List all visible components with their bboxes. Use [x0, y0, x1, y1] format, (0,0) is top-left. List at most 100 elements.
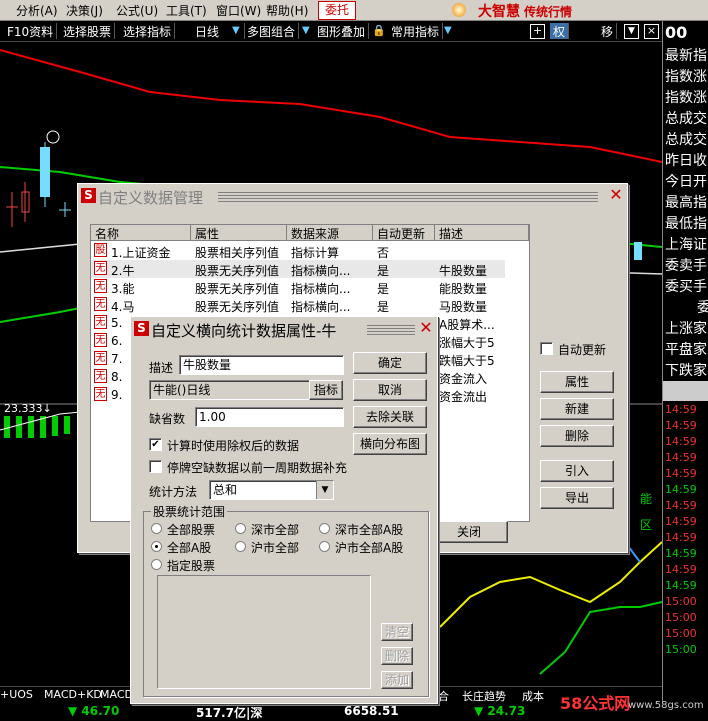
radio-sh-a[interactable]: [319, 541, 330, 552]
default-value-input[interactable]: 1.00: [195, 407, 344, 427]
col-header-desc[interactable]: 描述: [435, 225, 529, 241]
tab-combo[interactable]: 合: [438, 688, 449, 704]
menu-analysis[interactable]: 分析(A): [16, 2, 58, 19]
cell-name: 3.能: [111, 282, 135, 296]
row-type-badge: 无: [94, 387, 107, 401]
stat-method-value: 总和: [213, 483, 238, 497]
rights-button[interactable]: 权: [550, 23, 570, 39]
radio-all-a[interactable]: [151, 541, 162, 552]
distribution-chart-button[interactable]: 横向分布图: [353, 433, 427, 455]
status-value-1: ▼ 46.70: [68, 704, 120, 718]
clear-button[interactable]: 清空: [381, 623, 413, 641]
radio-sh-all[interactable]: [235, 541, 246, 552]
tick-time: 14:59: [665, 515, 697, 528]
table-row[interactable]: 无 3.能 股票无关序列值 指标横向... 是 能股数量: [91, 278, 505, 296]
watermark-url: www.58gs.com: [628, 700, 704, 711]
import-button[interactable]: 引入: [540, 460, 614, 482]
col-header-source[interactable]: 数据来源: [287, 225, 373, 241]
new-button[interactable]: 新建: [540, 398, 614, 420]
radio-sz-a[interactable]: [319, 523, 330, 534]
brand-name: 大智慧: [478, 4, 520, 20]
status-value-3: 6658.51: [344, 704, 399, 718]
radio-label: 深市全部A股: [335, 523, 404, 537]
multi-chart-button[interactable]: 多图组合: [244, 23, 300, 39]
tick-time: 14:59: [665, 547, 697, 560]
delete-button[interactable]: 删除: [540, 425, 614, 447]
desc-input[interactable]: 牛股数量: [179, 355, 344, 375]
horizontal-stat-property-dialog: S 自定义横向统计数据属性-牛 ✕ 描述 牛股数量 牛能()日线 指标 缺省数 …: [130, 316, 438, 704]
radio-specified[interactable]: [151, 559, 162, 570]
dropdown-icon[interactable]: ▼: [624, 24, 639, 39]
radio-label: 深市全部: [251, 523, 300, 537]
menu-tools[interactable]: 工具(T): [166, 2, 207, 19]
f10-button[interactable]: F10资料: [4, 23, 58, 39]
select-stock-button[interactable]: 选择股票: [60, 23, 116, 39]
menu-decision[interactable]: 决策(J): [66, 2, 103, 19]
tick-time: 14:59: [665, 563, 697, 576]
tick-time: 15:00: [665, 627, 697, 640]
tick-time: 14:59: [665, 579, 697, 592]
stat-method-label: 统计方法: [149, 485, 198, 499]
chart-value-label: 23.333↓: [4, 402, 52, 415]
col-header-name[interactable]: 名称: [91, 225, 191, 241]
tab-cost[interactable]: 成本: [522, 688, 544, 704]
cancel-button[interactable]: 取消: [353, 379, 427, 401]
cell-auto: 是: [377, 264, 390, 278]
close-icon[interactable]: ✕: [417, 319, 435, 337]
remove-link-button[interactable]: 去除关联: [353, 406, 427, 428]
close-icon[interactable]: ×: [644, 24, 659, 39]
auto-update-checkbox[interactable]: [540, 342, 553, 355]
row-type-badge: 股: [94, 243, 107, 257]
radio-sz-all[interactable]: [235, 523, 246, 534]
menu-formula[interactable]: 公式(U): [116, 2, 158, 19]
specified-stock-list[interactable]: [157, 575, 371, 689]
col-header-attr[interactable]: 属性: [191, 225, 287, 241]
common-indicator-button[interactable]: 常用指标: [388, 23, 444, 39]
cell-name: 2.牛: [111, 264, 135, 278]
tick-time: 14:59: [665, 483, 697, 496]
cell-auto: 是: [377, 300, 390, 314]
add-button[interactable]: 添加: [381, 671, 413, 689]
indicator-button[interactable]: 指标: [309, 380, 343, 400]
stat-method-select[interactable]: 总和 ▼: [209, 480, 334, 500]
col-header-auto[interactable]: 自动更新: [373, 225, 435, 241]
tab-macd[interactable]: MACD: [100, 688, 133, 701]
lock-icon[interactable]: 🔒: [372, 24, 386, 37]
fill-suspended-checkbox[interactable]: [149, 460, 162, 473]
row-type-badge: 无: [94, 297, 107, 311]
use-adjusted-checkbox[interactable]: ✔: [149, 438, 162, 451]
table-row[interactable]: 股 1.上证资金 股票相关序列值 指标计算 否: [91, 242, 505, 260]
ok-button[interactable]: 确定: [353, 352, 427, 374]
toolbar: F10资料 选择股票 选择指标 日线 ▼ 多图组合 ▼ 图形叠加 🔒 常用指标 …: [0, 21, 662, 42]
chevron-down-icon[interactable]: ▼: [316, 481, 333, 499]
entrust-button[interactable]: 委托: [318, 1, 356, 20]
tab-macd-kd[interactable]: MACD+KD: [44, 688, 102, 701]
table-row[interactable]: 无 4.马 股票无关序列值 指标横向... 是 马股数量: [91, 296, 505, 314]
close-button[interactable]: 关闭: [430, 521, 508, 543]
tick-time: 15:00: [665, 611, 697, 624]
tick-time: 14:59: [665, 403, 697, 416]
export-button[interactable]: 导出: [540, 487, 614, 509]
stock-code: 00: [665, 23, 688, 42]
tab-trend[interactable]: 长庄趋势: [462, 688, 506, 704]
overlay-button[interactable]: 图形叠加: [314, 23, 370, 39]
status-value-4: ▼ 24.73: [474, 704, 526, 718]
close-icon[interactable]: ✕: [607, 186, 625, 204]
radio-label: 沪市全部A股: [335, 541, 404, 555]
radio-all-stocks[interactable]: [151, 523, 162, 534]
properties-button[interactable]: 属性: [540, 371, 614, 393]
cell-auto: 否: [377, 246, 390, 260]
right-info-panel: 00 最新指 指数涨 指数涨 总成交 总成交 昨日收 今日开 最高指 最低指 上…: [662, 21, 708, 719]
list-delete-button[interactable]: 删除: [381, 647, 413, 665]
row-type-badge: 无: [94, 351, 107, 365]
use-adjusted-label: 计算时使用除权后的数据: [167, 439, 300, 453]
table-row[interactable]: 无 2.牛 股票无关序列值 指标横向... 是 牛股数量: [91, 260, 505, 278]
menu-window[interactable]: 窗口(W): [216, 2, 261, 19]
add-icon[interactable]: +: [530, 24, 545, 39]
tab-uos[interactable]: +UOS: [0, 688, 33, 701]
cell-desc: 涨幅大于5: [439, 336, 495, 350]
move-button[interactable]: 移: [598, 23, 618, 39]
info-label: 下跌家: [665, 363, 707, 379]
menu-help[interactable]: 帮助(H): [266, 2, 308, 19]
select-indicator-button[interactable]: 选择指标: [120, 23, 176, 39]
